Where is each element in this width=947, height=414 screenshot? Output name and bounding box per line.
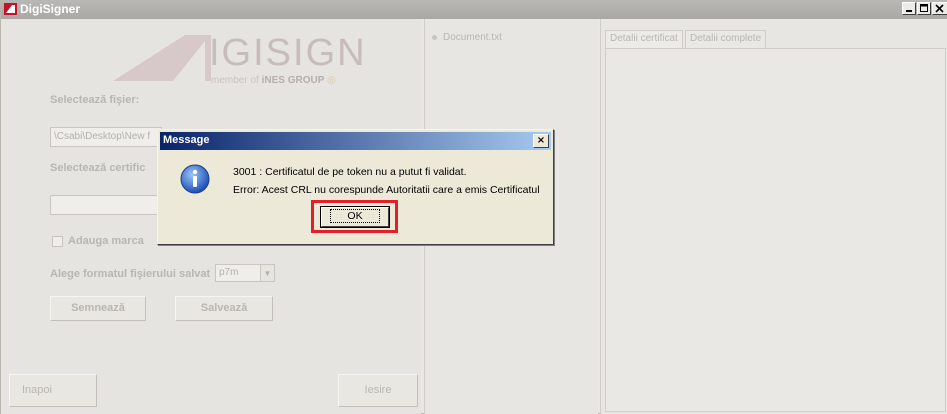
maximize-button[interactable] xyxy=(917,2,931,15)
app-logo-icon xyxy=(4,3,17,15)
title-bar[interactable]: DigiSigner xyxy=(1,0,947,19)
select-certificate-label: Selectează certific xyxy=(50,162,146,174)
logo-swoosh-icon xyxy=(113,35,211,81)
document-name: Document.txt xyxy=(443,32,502,43)
digisign-logo: IGISIGN member of iNES GROUP ◎ xyxy=(111,29,371,89)
ok-button-label: OK xyxy=(330,209,380,223)
dialog-message-line-2: Error: Acest CRL nu corespunde Autoritat… xyxy=(233,184,540,196)
ok-button[interactable]: OK xyxy=(320,206,390,228)
tab-content-area xyxy=(605,48,946,412)
maximize-icon xyxy=(920,4,928,12)
dialog-title: Message xyxy=(163,134,210,146)
message-dialog: Message × 3001 : Certificatul de pe toke… xyxy=(157,129,554,245)
logo-wordmark: IGISIGN xyxy=(209,32,367,74)
minimize-icon xyxy=(906,10,912,12)
watermark-label: Adauga marca xyxy=(68,235,144,247)
exit-button[interactable]: Iesire xyxy=(338,374,418,407)
close-window-button[interactable] xyxy=(932,2,947,15)
back-button[interactable]: Inapoi xyxy=(9,374,97,407)
file-path-field[interactable]: \Csabi\Desktop\New f xyxy=(50,127,162,147)
certificate-details-panel: Detalii certificat Detalii complete xyxy=(600,19,947,414)
logo-tagline: member of iNES GROUP ◎ xyxy=(211,75,336,86)
digisigner-window: DigiSigner IGISIGN member of iNES GROUP … xyxy=(0,0,947,414)
dialog-message-line-1: 3001 : Certificatul de pe token nu a put… xyxy=(233,166,467,178)
tab-full-details[interactable]: Detalii complete xyxy=(685,30,767,48)
save-button[interactable]: Salvează xyxy=(175,296,273,321)
dialog-close-button[interactable]: × xyxy=(533,134,549,148)
ines-logo-icon: ◎ xyxy=(327,75,336,86)
tab-certificate-details[interactable]: Detalii certificat xyxy=(605,30,683,48)
bullet-icon xyxy=(432,34,437,40)
select-file-label: Selectează fişier: xyxy=(50,94,140,106)
certificate-field[interactable] xyxy=(50,195,162,215)
info-icon xyxy=(180,164,210,194)
list-item[interactable]: Document.txt xyxy=(432,32,502,43)
close-icon: × xyxy=(536,135,546,146)
chevron-down-icon: ▼ xyxy=(260,265,274,281)
format-select-value: p7m xyxy=(219,267,239,278)
dialog-title-bar[interactable]: Message × xyxy=(160,132,551,150)
minimize-button[interactable] xyxy=(902,2,916,15)
watermark-checkbox[interactable] xyxy=(52,236,63,247)
sign-button[interactable]: Semnează xyxy=(50,296,146,321)
window-title: DigiSigner xyxy=(20,2,81,16)
close-icon xyxy=(935,4,944,13)
format-select[interactable]: p7m ▼ xyxy=(215,264,275,282)
save-format-label: Alege formatul fişierului salvat xyxy=(50,268,211,280)
